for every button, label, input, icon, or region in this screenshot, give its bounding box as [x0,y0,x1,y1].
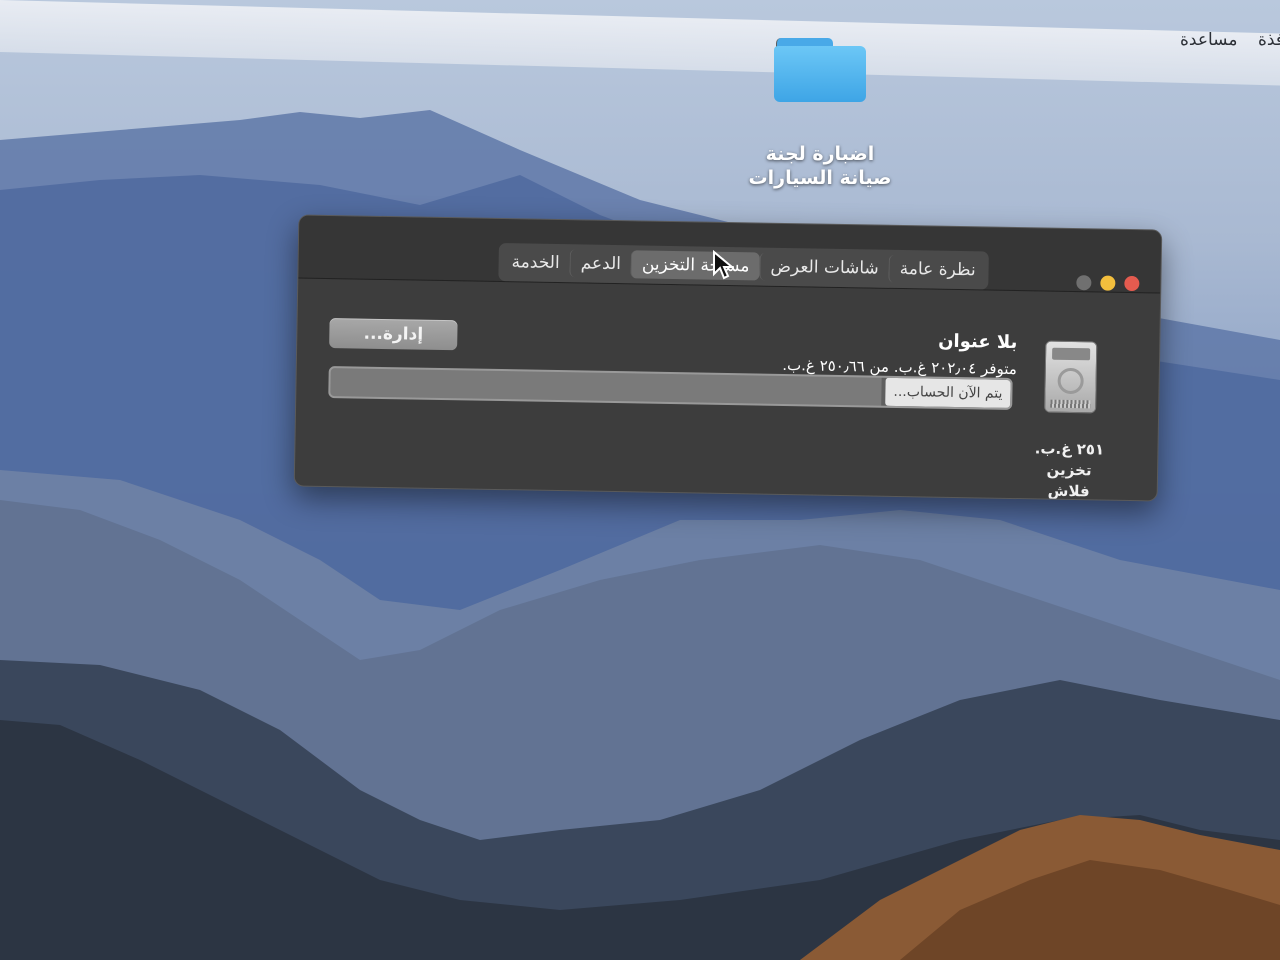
tab-displays[interactable]: شاشات العرض [759,252,889,283]
tab-service[interactable]: الخدمة [501,248,570,277]
manage-button[interactable]: إدارة... [329,318,458,351]
volume-name: بلا عنوان [937,330,1018,354]
tab-storage[interactable]: مساحة التخزين [630,250,760,281]
mouse-cursor-icon [713,250,734,280]
tab-bar: نظرة عامة شاشات العرض مساحة التخزين الدع… [498,242,989,290]
zoom-button[interactable] [1076,275,1092,291]
disk-size-label: ٢٥١ غ.ب. [1034,439,1105,459]
desktop: مساعدة نافذة اضبارة لجنة صيانة السيارات … [0,0,1280,960]
minimize-button[interactable] [1100,275,1116,291]
desktop-folder[interactable]: اضبارة لجنة صيانة السيارات [700,38,940,190]
tab-overview[interactable]: نظرة عامة [888,254,986,285]
folder-label: اضبارة لجنة صيانة السيارات [748,143,892,189]
folder-icon[interactable] [774,38,866,102]
calculating-label: يتم الآن الحساب... [885,377,1011,408]
disk-info: ٢٥١ غ.ب. تخزين فلاش [1027,438,1112,501]
menu-help[interactable]: مساعدة [1180,30,1237,50]
close-button[interactable] [1124,275,1140,292]
disk-icon [1044,340,1098,414]
tab-support[interactable]: الدعم [569,249,632,279]
disk-type-label: تخزين فلاش [1046,460,1092,501]
menu-window[interactable]: نافذة [1258,30,1280,50]
